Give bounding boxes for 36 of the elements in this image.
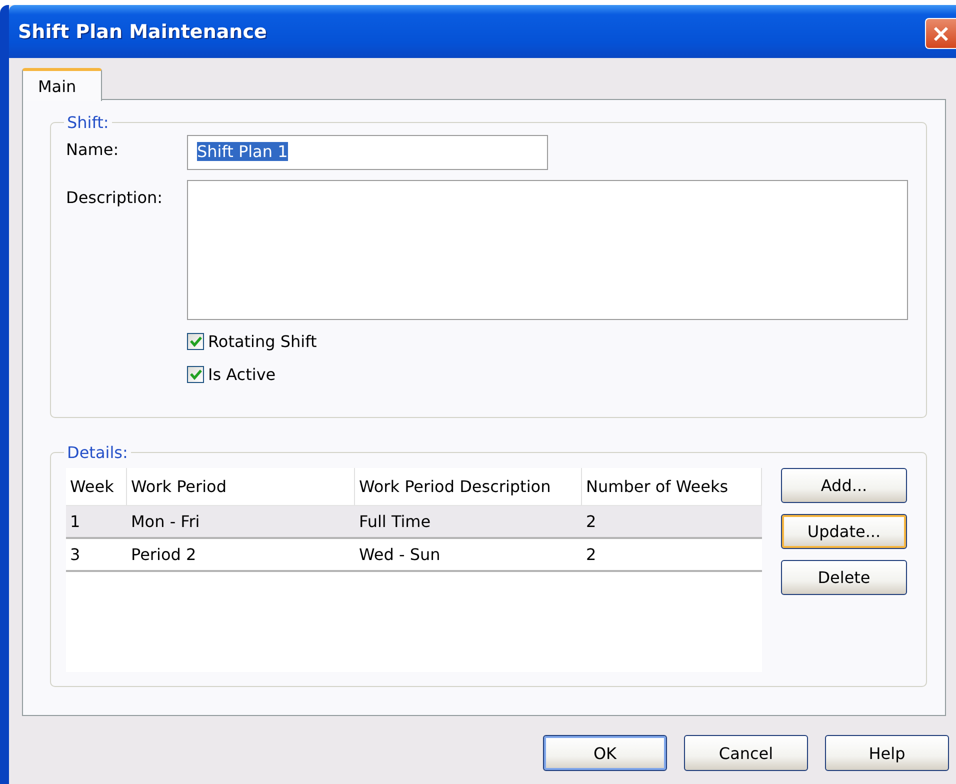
table-cell-text: 2 <box>585 512 598 531</box>
close-icon <box>933 26 949 42</box>
description-field[interactable] <box>187 180 908 320</box>
checkbox[interactable] <box>187 366 204 382</box>
update-button[interactable]: Update... <box>781 514 907 549</box>
checkbox-label: Is Active <box>208 364 276 384</box>
field-label: Description: <box>66 187 164 207</box>
checkbox[interactable] <box>187 332 204 350</box>
group-title: Shift: <box>66 113 110 132</box>
table-cell-text: 2 <box>585 545 598 564</box>
close-button[interactable] <box>925 18 956 49</box>
table-cell-text: Mon - Fri <box>130 512 201 531</box>
help-button[interactable]: Help <box>825 735 949 771</box>
window-title: Shift Plan Maintenance <box>17 20 267 42</box>
table-cell-text: 1 <box>69 512 82 531</box>
table-row[interactable]: 1 Mon - Fri Full Time 2 <box>66 506 762 539</box>
add-button[interactable]: Add... <box>781 468 907 503</box>
column-header[interactable]: Work Period Description <box>355 468 582 505</box>
table-cell-text: 3 <box>69 545 82 564</box>
column-header[interactable]: Number of Weeks <box>582 468 762 505</box>
group-title: Details: <box>66 443 129 462</box>
table-cell-text: Wed - Sun <box>358 545 442 564</box>
name-field[interactable]: Shift Plan 1 <box>187 135 548 170</box>
table-cell-text: Full Time <box>358 512 432 531</box>
tab[interactable]: Main <box>22 68 102 101</box>
cancel-button[interactable]: Cancel <box>684 735 808 771</box>
check-icon <box>190 336 202 346</box>
field-label: Name: <box>66 139 120 159</box>
table-cell-text: Period 2 <box>130 545 198 564</box>
check-icon <box>190 368 202 380</box>
table-row[interactable]: 3 Period 2 Wed - Sun 2 <box>66 539 762 572</box>
column-header[interactable]: Week <box>66 468 127 505</box>
delete-button[interactable]: Delete <box>781 560 907 595</box>
ok-button[interactable]: OK <box>543 735 667 771</box>
column-header[interactable]: Work Period <box>127 468 355 505</box>
checkbox-label: Rotating Shift <box>208 332 317 350</box>
